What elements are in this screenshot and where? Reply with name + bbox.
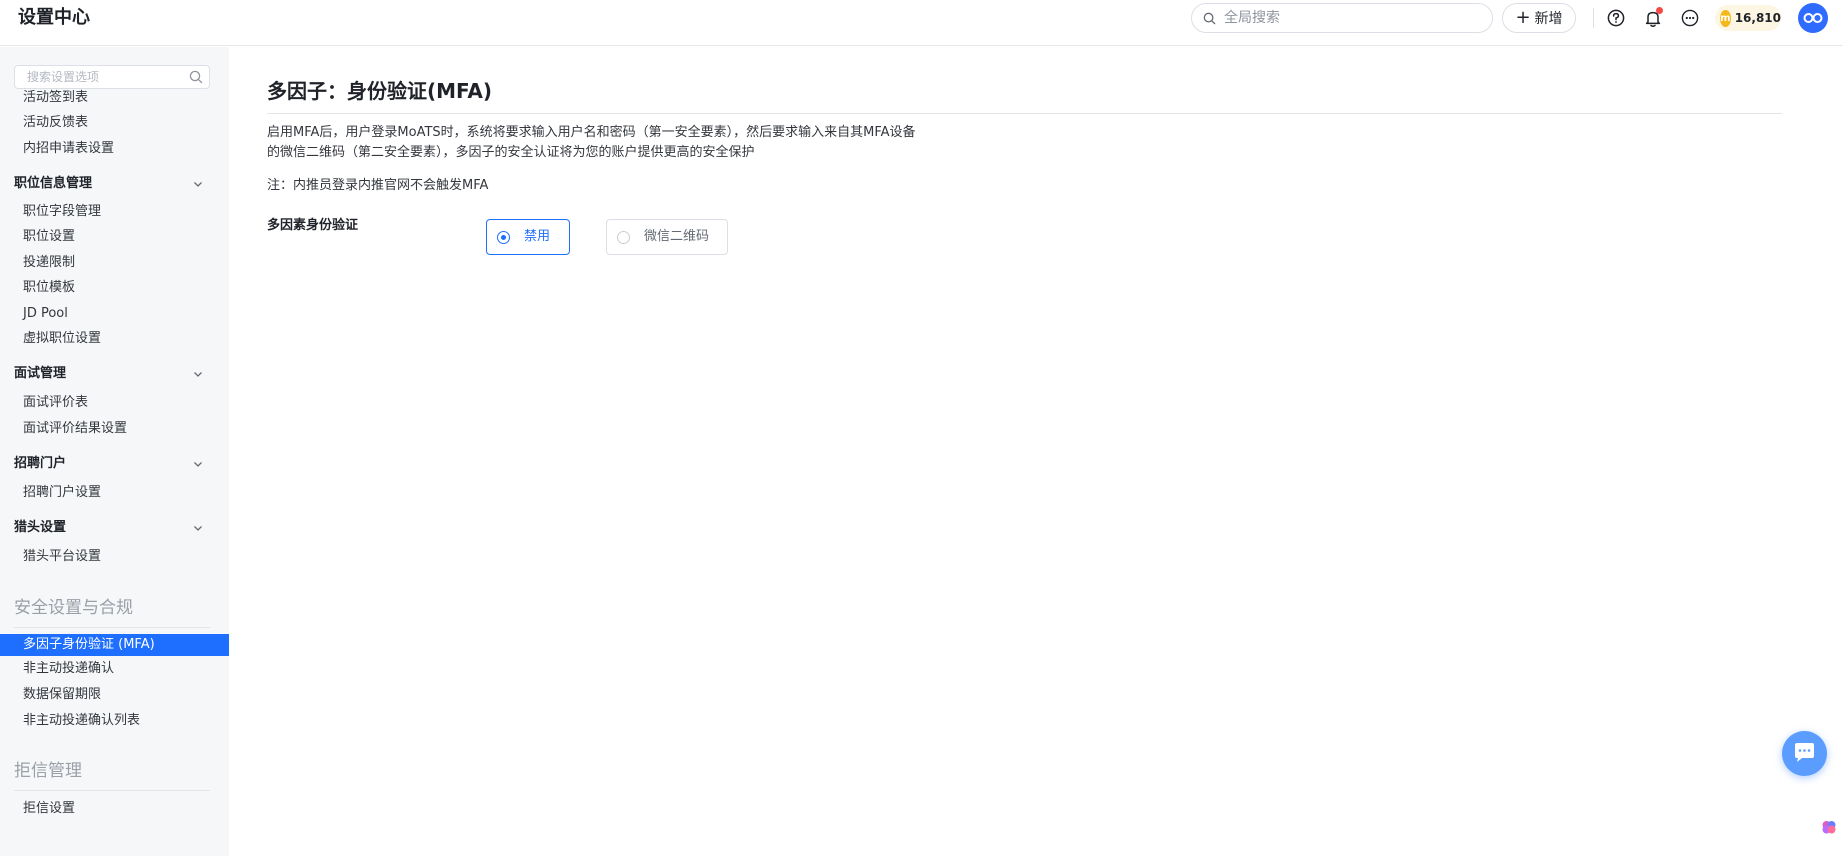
sidebar-group-portal[interactable]: 招聘门户: [14, 455, 204, 473]
notifications-button[interactable]: [1642, 7, 1664, 29]
toolbar-divider: [1593, 8, 1594, 28]
radio-checked-icon: [497, 231, 510, 244]
app-title: 设置中心: [18, 7, 90, 28]
sidebar-item-label: 多因子身份验证 (MFA): [23, 637, 155, 652]
main-content: 多因子：身份验证(MFA) 启用MFA后，用户登录MoATS时，系统将要求输入用…: [229, 47, 1843, 856]
sidebar-group-label: 猎头设置: [14, 520, 67, 535]
sidebar-item-job-templates[interactable]: 职位模板: [23, 279, 75, 297]
sidebar-item-jd-pool[interactable]: JD Pool: [23, 305, 68, 323]
sidebar-item-data-retention[interactable]: 数据保留期限: [23, 686, 101, 704]
global-search[interactable]: [1191, 3, 1493, 33]
divider: [267, 113, 1782, 114]
chat-icon: [1795, 743, 1814, 762]
mfa-field-label: 多因素身份验证: [267, 218, 359, 233]
mfa-option-wechat-qr[interactable]: 微信二维码: [606, 219, 728, 255]
radio-label: 微信二维码: [644, 229, 710, 244]
sidebar-item-passive-confirm-list[interactable]: 非主动投递确认列表: [23, 712, 140, 730]
sidebar-item-portal-settings[interactable]: 招聘门户设置: [23, 484, 101, 502]
sidebar-section-rejection: 拒信管理: [14, 761, 82, 781]
sidebar-item-passive-confirm[interactable]: 非主动投递确认: [23, 660, 114, 678]
avatar[interactable]: [1798, 3, 1828, 33]
sidebar-item-interview-results[interactable]: 面试评价结果设置: [23, 420, 127, 438]
sidebar-search-input[interactable]: [27, 68, 187, 86]
radio-label: 禁用: [524, 229, 551, 244]
sidebar-group-headhunter[interactable]: 猎头设置: [14, 519, 204, 537]
sidebar-group-label: 职位信息管理: [14, 176, 93, 191]
sidebar-group-interview[interactable]: 面试管理: [14, 365, 204, 383]
chat-button[interactable]: [1782, 731, 1827, 776]
coin-balance[interactable]: m 16,810: [1715, 5, 1781, 31]
global-search-input[interactable]: [1224, 7, 1479, 29]
new-button-label: 新增: [1534, 11, 1563, 27]
notification-badge: [1656, 7, 1663, 14]
more-icon[interactable]: [1679, 7, 1701, 29]
sidebar-item-activity-signin[interactable]: 活动签到表: [23, 89, 88, 107]
chevron-down-icon: [194, 182, 202, 187]
chevron-down-icon: [194, 462, 202, 467]
search-icon: [189, 70, 203, 84]
sidebar-search[interactable]: [14, 65, 210, 89]
coin-balance-value: 16,810: [1734, 11, 1781, 25]
sidebar: 活动签到表 活动反馈表 内招申请表设置 职位信息管理 职位字段管理 职位设置 投…: [0, 47, 229, 856]
chevron-down-icon: [194, 526, 202, 531]
sidebar-group-job-info[interactable]: 职位信息管理: [14, 175, 204, 193]
sidebar-item-job-fields[interactable]: 职位字段管理: [23, 203, 101, 221]
logo-icon: [1803, 13, 1823, 23]
sidebar-group-label: 招聘门户: [14, 456, 67, 471]
sidebar-item-application-limits[interactable]: 投递限制: [23, 254, 75, 272]
sidebar-item-interview-form[interactable]: 面试评价表: [23, 394, 88, 412]
sidebar-item-internal-application[interactable]: 内招申请表设置: [23, 140, 114, 158]
divider: [14, 627, 210, 628]
chevron-down-icon: [194, 372, 202, 377]
sidebar-item-headhunter-platform[interactable]: 猎头平台设置: [23, 548, 101, 566]
sidebar-item-activity-feedback[interactable]: 活动反馈表: [23, 114, 88, 132]
plus-icon: +: [1515, 7, 1531, 28]
mfa-description: 启用MFA后，用户登录MoATS时，系统将要求输入用户名和密码（第一安全要素），…: [267, 125, 916, 160]
sidebar-section-security: 安全设置与合规: [14, 598, 133, 618]
page-title: 多因子：身份验证(MFA): [267, 79, 493, 103]
radio-unchecked-icon: [617, 231, 630, 244]
divider: [14, 790, 210, 791]
sidebar-group-label: 面试管理: [14, 366, 67, 381]
sidebar-item-job-settings[interactable]: 职位设置: [23, 228, 75, 246]
help-icon[interactable]: [1605, 7, 1627, 29]
brain-icon[interactable]: [1820, 818, 1838, 836]
sidebar-item-rejection-settings[interactable]: 拒信设置: [23, 800, 75, 818]
mfa-note: 注：内推员登录内推官网不会触发MFA: [267, 178, 489, 193]
sidebar-item-virtual-jobs[interactable]: 虚拟职位设置: [23, 330, 101, 348]
top-bar: 设置中心 + 新增 m 16,810: [0, 0, 1843, 46]
search-icon: [1203, 12, 1216, 25]
sidebar-item-mfa[interactable]: 多因子身份验证 (MFA): [0, 634, 229, 656]
mfa-option-disabled[interactable]: 禁用: [486, 219, 570, 255]
new-button[interactable]: + 新增: [1502, 3, 1576, 33]
coin-icon: m: [1720, 9, 1731, 27]
